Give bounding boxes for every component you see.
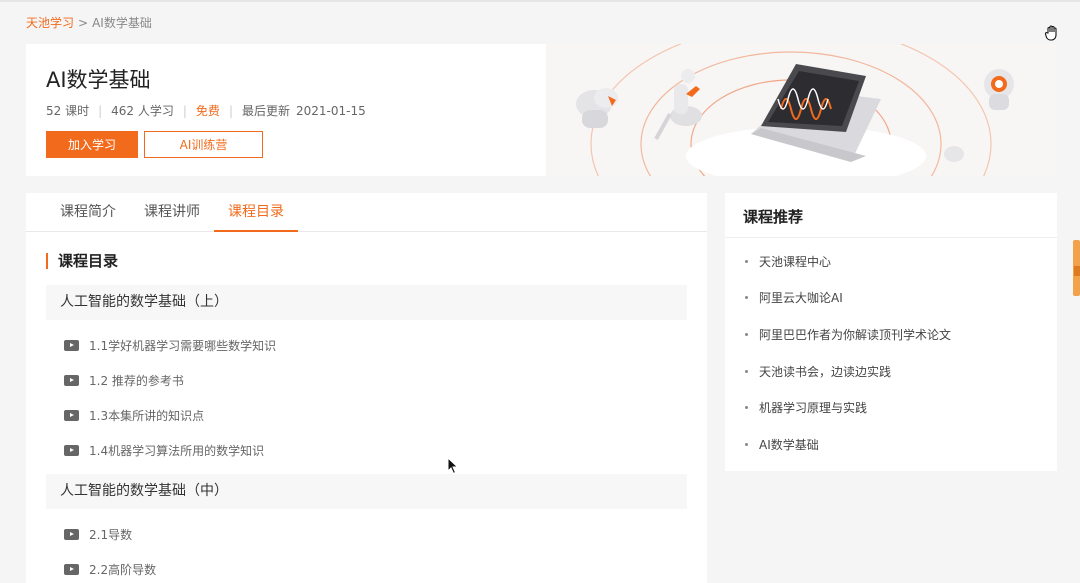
ai-camp-button[interactable]: AI训练营 (144, 131, 263, 158)
meta-divider: | (182, 103, 187, 118)
course-header-card: AI数学基础 52 课时 | 462 人学习 | 免费 | 最后更新 2021-… (26, 44, 1057, 176)
catalog-panel: 课程简介 课程讲师 课程目录 课程目录 人工智能的数学基础（上） 1.1学好机器… (26, 193, 707, 583)
join-course-button[interactable]: 加入学习 (46, 131, 138, 158)
tab-instructor[interactable]: 课程讲师 (130, 193, 214, 232)
play-icon (64, 339, 79, 351)
hero-illustration (546, 44, 1057, 176)
course-tabs: 课程简介 课程讲师 课程目录 (26, 193, 707, 232)
recommend-title: 课程推荐 (743, 208, 804, 226)
lesson-item[interactable]: 1.2 推荐的参考书 (64, 370, 184, 390)
chapter-header[interactable]: 人工智能的数学基础（中） (46, 474, 687, 509)
bullet-icon (745, 443, 748, 446)
lessons-count: 52 课时 (46, 104, 90, 118)
bullet-icon (745, 333, 748, 336)
recommend-item[interactable]: 天池读书会，边读边实践 (745, 363, 891, 380)
learners-count: 462 人学习 (111, 104, 174, 118)
meta-divider: | (228, 103, 233, 118)
updated-label: 最后更新 (241, 104, 290, 118)
lesson-item[interactable]: 1.4机器学习算法所用的数学知识 (64, 440, 264, 460)
recommend-link: 天池读书会，边读边实践 (759, 365, 892, 379)
recommend-item[interactable]: 机器学习原理与实践 (745, 399, 867, 416)
course-title: AI数学基础 (46, 68, 151, 92)
bullet-icon (745, 406, 748, 409)
play-icon (64, 374, 79, 386)
recommend-link: 阿里巴巴作者为你解读顶刊学术论文 (759, 328, 952, 342)
play-icon (64, 528, 79, 540)
recommend-link: 天池课程中心 (759, 255, 832, 269)
updated-date: 2021-01-15 (296, 103, 366, 118)
bullet-icon (745, 296, 748, 299)
recommend-item[interactable]: 阿里云大咖论AI (745, 289, 843, 306)
breadcrumb-home-link[interactable]: 天池学习 (26, 16, 74, 30)
lesson-title: 1.3本集所讲的知识点 (89, 408, 205, 423)
breadcrumb: 天池学习 > AI数学基础 (26, 14, 152, 31)
lesson-title: 1.4机器学习算法所用的数学知识 (89, 443, 265, 458)
recommend-item[interactable]: 天池课程中心 (745, 253, 831, 270)
section-title: 课程目录 (46, 253, 118, 269)
tab-intro[interactable]: 课程简介 (46, 193, 130, 232)
lesson-title: 1.2 推荐的参考书 (89, 373, 184, 388)
bullet-icon (745, 260, 748, 263)
top-border (0, 0, 1080, 2)
play-icon (64, 444, 79, 456)
lesson-title: 2.1导数 (89, 527, 133, 542)
meta-divider: | (98, 103, 103, 118)
recommend-item[interactable]: 阿里巴巴作者为你解读顶刊学术论文 (745, 326, 951, 343)
hand-cursor-icon (1044, 25, 1057, 41)
lesson-item[interactable]: 1.3本集所讲的知识点 (64, 405, 204, 425)
lesson-item[interactable]: 1.1学好机器学习需要哪些数学知识 (64, 335, 276, 355)
lesson-title: 2.2高阶导数 (89, 562, 157, 577)
play-icon (64, 563, 79, 575)
lesson-item[interactable]: 2.1导数 (64, 524, 132, 544)
chapter-header[interactable]: 人工智能的数学基础（上） (46, 285, 687, 320)
tab-catalog[interactable]: 课程目录 (214, 193, 298, 232)
divider (725, 237, 1057, 238)
price-badge: 免费 (195, 104, 220, 118)
bullet-icon (745, 370, 748, 373)
play-icon (64, 409, 79, 421)
lesson-item[interactable]: 2.2高阶导数 (64, 559, 156, 579)
mouse-pointer-icon (447, 457, 459, 475)
floating-widget-icon[interactable] (1071, 236, 1080, 300)
recommend-link: 机器学习原理与实践 (759, 401, 868, 415)
course-meta: 52 课时 | 462 人学习 | 免费 | 最后更新 2021-01-15 (46, 102, 366, 119)
lesson-title: 1.1学好机器学习需要哪些数学知识 (89, 338, 277, 353)
recommend-item[interactable]: AI数学基础 (745, 436, 819, 453)
breadcrumb-separator: > (78, 16, 89, 30)
recommend-link: AI数学基础 (759, 438, 819, 452)
recommend-link: 阿里云大咖论AI (759, 291, 843, 305)
breadcrumb-current: AI数学基础 (92, 16, 152, 30)
recommend-panel: 课程推荐 天池课程中心 阿里云大咖论AI 阿里巴巴作者为你解读顶刊学术论文 天池… (725, 193, 1057, 471)
